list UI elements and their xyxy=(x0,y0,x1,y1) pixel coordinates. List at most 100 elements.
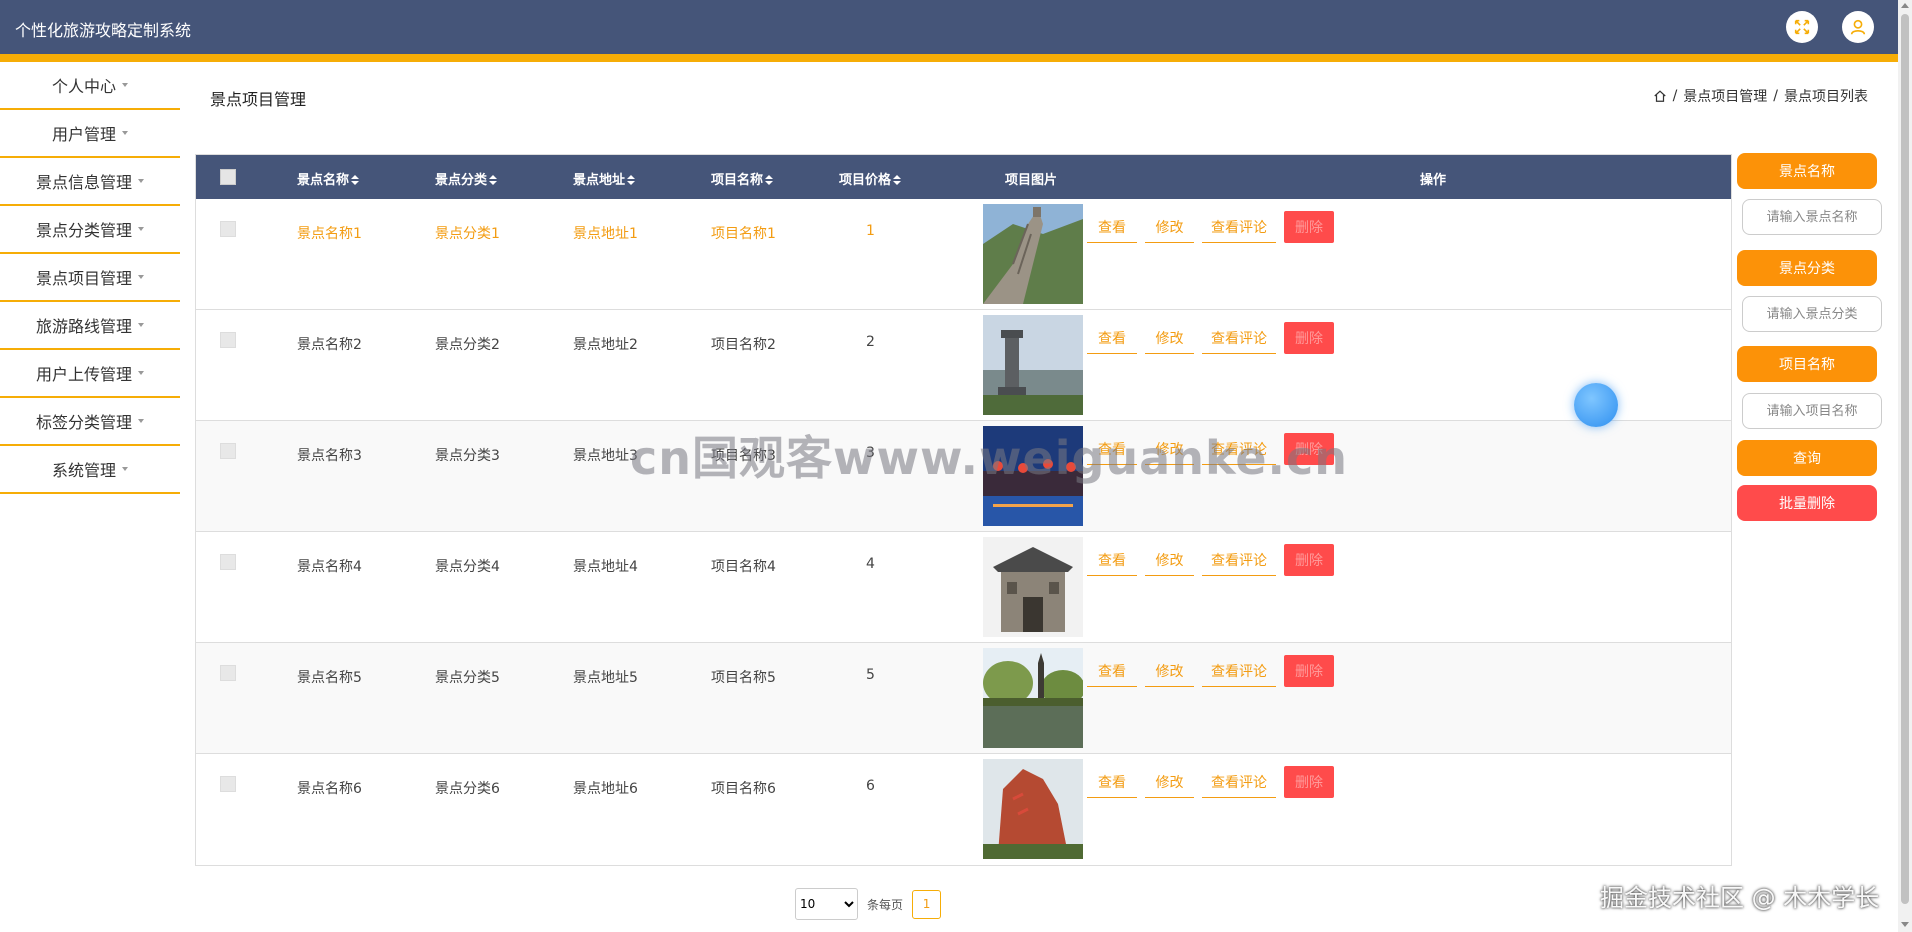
column-header-spot-name[interactable]: 景点名称 xyxy=(297,169,360,188)
row-checkbox[interactable] xyxy=(220,332,236,348)
sidebar-item-spot-info[interactable]: 景点信息管理 xyxy=(0,158,180,206)
user-button[interactable] xyxy=(1842,11,1874,43)
cell-project-name: 项目名称4 xyxy=(711,559,776,575)
sort-icon[interactable] xyxy=(765,175,774,185)
sidebar: 个人中心 用户管理 景点信息管理 景点分类管理 景点项目管理 旅游路线管理 用户… xyxy=(0,62,180,494)
row-checkbox[interactable] xyxy=(220,665,236,681)
view-comments-button[interactable]: 查看评论 xyxy=(1202,211,1276,243)
view-button[interactable]: 查看 xyxy=(1087,322,1137,354)
caret-down-icon xyxy=(138,275,144,279)
scroll-down-icon[interactable] xyxy=(1901,922,1909,927)
sidebar-item-spot-project[interactable]: 景点项目管理 xyxy=(0,254,180,302)
query-button[interactable]: 查询 xyxy=(1737,440,1877,476)
spot-name-input[interactable] xyxy=(1742,199,1882,235)
page-number[interactable]: 1 xyxy=(912,889,942,919)
cell-spot-address: 景点地址3 xyxy=(573,448,638,464)
data-table: 景点名称 景点分类 景点地址 项目名称 项目价格 项目图片 操作 景点名称1 景… xyxy=(195,154,1732,866)
cell-spot-address: 景点地址2 xyxy=(573,337,638,353)
column-header-project-name[interactable]: 项目名称 xyxy=(711,169,774,188)
row-checkbox[interactable] xyxy=(220,554,236,570)
project-name-label-button[interactable]: 项目名称 xyxy=(1737,346,1877,382)
edit-button[interactable]: 修改 xyxy=(1145,655,1194,687)
breadcrumb-item[interactable]: 景点项目管理 xyxy=(1683,86,1767,106)
delete-button[interactable]: 删除 xyxy=(1284,766,1334,798)
view-button[interactable]: 查看 xyxy=(1087,544,1137,576)
cell-spot-address: 景点地址1 xyxy=(573,226,638,242)
row-checkbox[interactable] xyxy=(220,776,236,792)
sidebar-item-system[interactable]: 系统管理 xyxy=(0,446,180,494)
watermark-corner: 掘金技术社区 @ 木木学长 xyxy=(1600,884,1880,912)
scroll-thumb[interactable] xyxy=(1901,14,1909,904)
sidebar-item-spot-category[interactable]: 景点分类管理 xyxy=(0,206,180,254)
cell-spot-name: 景点名称4 xyxy=(297,559,362,575)
pagination: 10 条每页 1 xyxy=(795,888,942,920)
caret-down-icon xyxy=(138,179,144,183)
cell-project-price: 6 xyxy=(866,778,875,794)
view-comments-button[interactable]: 查看评论 xyxy=(1202,322,1276,354)
floating-assistant-icon[interactable] xyxy=(1574,383,1618,427)
project-image-lake-pagoda xyxy=(983,648,1083,748)
project-image-great-wall xyxy=(983,204,1083,304)
sidebar-item-user-management[interactable]: 用户管理 xyxy=(0,110,180,158)
cell-project-price: 4 xyxy=(866,556,875,572)
cell-spot-category: 景点分类4 xyxy=(435,559,500,575)
sidebar-item-user-upload[interactable]: 用户上传管理 xyxy=(0,350,180,398)
page-size-select[interactable]: 10 xyxy=(795,888,858,920)
row-checkbox[interactable] xyxy=(220,221,236,237)
page-scrollbar[interactable] xyxy=(1898,0,1912,932)
expand-icon xyxy=(1794,19,1810,35)
table-row: 景点名称1 景点分类1 景点地址1 项目名称1 1 查看 修改 查看评论 删除 xyxy=(196,199,1731,310)
edit-button[interactable]: 修改 xyxy=(1145,544,1194,576)
spot-name-label-button[interactable]: 景点名称 xyxy=(1737,153,1877,189)
column-header-project-price[interactable]: 项目价格 xyxy=(839,169,902,188)
sidebar-item-tag-category[interactable]: 标签分类管理 xyxy=(0,398,180,446)
view-comments-button[interactable]: 查看评论 xyxy=(1202,655,1276,687)
table-row: 景点名称2 景点分类2 景点地址2 项目名称2 2 查看 修改 查看评论 删除 xyxy=(196,310,1731,421)
fullscreen-button[interactable] xyxy=(1786,11,1818,43)
sort-icon[interactable] xyxy=(893,175,902,185)
per-page-label: 条每页 xyxy=(867,897,904,912)
delete-button[interactable]: 删除 xyxy=(1284,655,1334,687)
view-button[interactable]: 查看 xyxy=(1087,655,1137,687)
delete-button[interactable]: 删除 xyxy=(1284,211,1334,243)
edit-button[interactable]: 修改 xyxy=(1145,211,1194,243)
cell-spot-address: 景点地址6 xyxy=(573,781,638,797)
column-header-spot-address[interactable]: 景点地址 xyxy=(573,169,636,188)
view-comments-button[interactable]: 查看评论 xyxy=(1202,544,1276,576)
batch-delete-button[interactable]: 批量删除 xyxy=(1737,485,1877,521)
sidebar-item-personal-center[interactable]: 个人中心 xyxy=(0,62,180,110)
project-name-input[interactable] xyxy=(1742,393,1882,429)
scroll-up-icon[interactable] xyxy=(1901,3,1909,8)
project-image-monument-city xyxy=(983,315,1083,415)
watermark: cn国观客www.weiguanke.cn xyxy=(630,431,1349,485)
edit-button[interactable]: 修改 xyxy=(1145,322,1194,354)
view-button[interactable]: 查看 xyxy=(1087,766,1137,798)
cell-spot-category: 景点分类6 xyxy=(435,781,500,797)
select-all-checkbox[interactable] xyxy=(220,169,236,185)
delete-button[interactable]: 删除 xyxy=(1284,544,1334,576)
cell-spot-name: 景点名称2 xyxy=(297,337,362,353)
delete-button[interactable]: 删除 xyxy=(1284,322,1334,354)
view-comments-button[interactable]: 查看评论 xyxy=(1202,766,1276,798)
view-button[interactable]: 查看 xyxy=(1087,211,1137,243)
sort-icon[interactable] xyxy=(489,175,498,185)
spot-category-label-button[interactable]: 景点分类 xyxy=(1737,250,1877,286)
sort-icon[interactable] xyxy=(351,175,360,185)
home-icon[interactable] xyxy=(1653,89,1667,103)
cell-spot-name: 景点名称5 xyxy=(297,670,362,686)
caret-down-icon xyxy=(138,323,144,327)
row-checkbox[interactable] xyxy=(220,443,236,459)
sidebar-item-travel-route[interactable]: 旅游路线管理 xyxy=(0,302,180,350)
cell-spot-name: 景点名称3 xyxy=(297,448,362,464)
sort-icon[interactable] xyxy=(627,175,636,185)
cell-spot-address: 景点地址4 xyxy=(573,559,638,575)
column-header-spot-category[interactable]: 景点分类 xyxy=(435,169,498,188)
table-row: 景点名称4 景点分类4 景点地址4 项目名称4 4 查看 修改 查看评论 删除 xyxy=(196,532,1731,643)
project-image-red-rock xyxy=(983,759,1083,859)
caret-down-icon xyxy=(138,227,144,231)
spot-category-input[interactable] xyxy=(1742,296,1882,332)
cell-spot-category: 景点分类2 xyxy=(435,337,500,353)
cell-project-price: 1 xyxy=(866,223,875,239)
breadcrumb-item: 景点项目列表 xyxy=(1784,89,1868,105)
edit-button[interactable]: 修改 xyxy=(1145,766,1194,798)
